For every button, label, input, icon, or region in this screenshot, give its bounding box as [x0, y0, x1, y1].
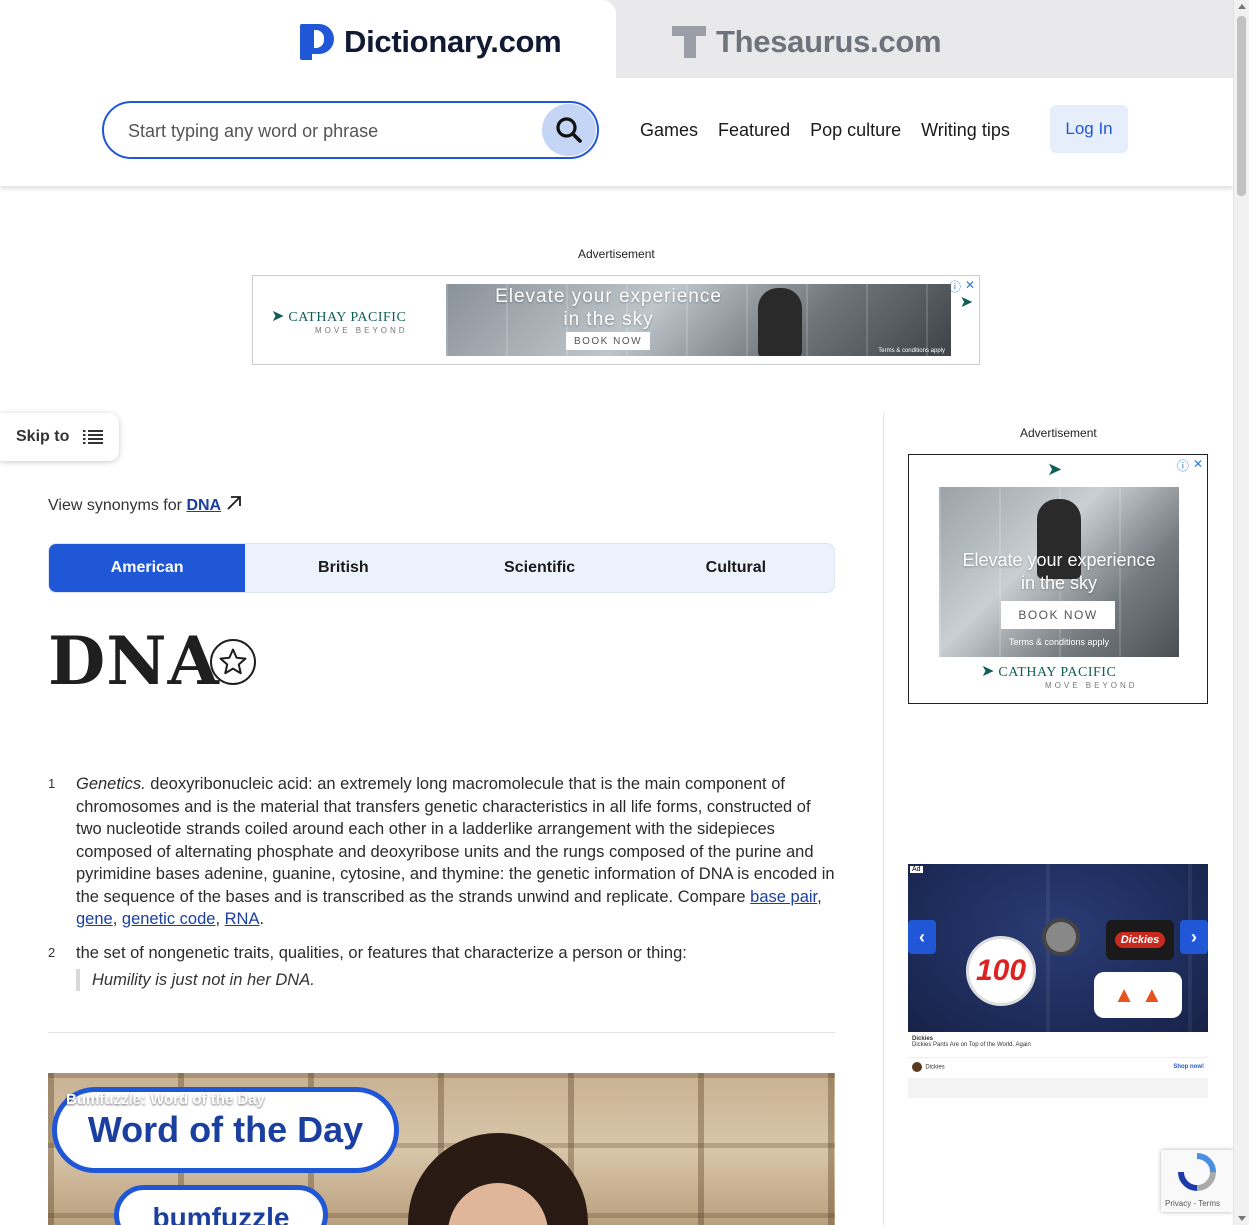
- ad-book-now-button[interactable]: BOOK NOW: [1001, 601, 1115, 629]
- ad-description: Dickies Pants Are on Top of the World. A…: [912, 1042, 1031, 1048]
- nav-featured[interactable]: Featured: [718, 120, 790, 141]
- ad-badge: Ad: [910, 866, 923, 873]
- scroll-down-arrow-icon[interactable]: [1238, 1216, 1246, 1221]
- tab-scientific[interactable]: Scientific: [442, 544, 638, 592]
- ad-source: Dickies: [925, 1064, 945, 1071]
- site-header: Games Featured Pop culture Writing tips …: [0, 78, 1233, 186]
- carousel-prev-button[interactable]: ‹: [908, 920, 936, 954]
- login-button[interactable]: Log In: [1050, 105, 1128, 153]
- headword: DNA: [48, 622, 220, 700]
- cathay-pacific-logo: ➤ CATHAY PACIFIC MOVE BEYOND: [271, 308, 408, 335]
- dickies-ad-image: Ad 100 Dickies ▲ ▲ ‹ ›: [908, 864, 1208, 1032]
- definition-example: Humility is just not in her DNA.: [76, 968, 835, 991]
- thesaurus-brand-name: Thesaurus.com: [716, 24, 942, 59]
- dictionary-brand-name: Dictionary.com: [344, 24, 562, 59]
- ad-photo: Elevate your experience in the sky BOOK …: [939, 487, 1179, 657]
- list-icon: [83, 430, 104, 444]
- fire-icon: ▲: [1141, 982, 1163, 1007]
- search-bar: [102, 101, 599, 159]
- ad-label-right: Advertisement: [1020, 426, 1097, 440]
- ad-label-top: Advertisement: [578, 247, 655, 261]
- dickies-ad-info: Dickies Dickies Pants Are on Top of the …: [908, 1032, 1208, 1078]
- tab-british[interactable]: British: [245, 544, 441, 592]
- section-divider: [48, 1032, 835, 1033]
- ad-headline: Elevate your experience in the sky: [495, 286, 722, 330]
- banner-ad-top[interactable]: ➤ CATHAY PACIFIC MOVE BEYOND Elevate your…: [252, 275, 980, 365]
- ad-book-now-button[interactable]: BOOK NOW: [566, 332, 650, 350]
- nav-writing-tips[interactable]: Writing tips: [921, 120, 1010, 141]
- thesaurus-logo-icon: [672, 24, 706, 60]
- page-scrollbar[interactable]: [1233, 0, 1249, 1225]
- sidebar-ad[interactable]: ➤ ⓘ ✕ Elevate your experience in the sky…: [908, 454, 1208, 704]
- tab-cultural[interactable]: Cultural: [638, 544, 834, 592]
- link-genetic-code[interactable]: genetic code: [122, 910, 216, 928]
- definition-label: Genetics.: [76, 775, 146, 793]
- fire-icon: ▲: [1113, 982, 1135, 1007]
- ad-choices[interactable]: ⓘ ✕: [1177, 457, 1203, 474]
- ad-photo: Elevate your experience in the sky BOOK …: [446, 284, 951, 356]
- fire-patch: ▲ ▲: [1094, 972, 1182, 1018]
- brushwing-icon: ➤: [959, 294, 973, 311]
- ad-terms: Terms & conditions apply: [1008, 637, 1110, 647]
- carousel-next-button[interactable]: ›: [1180, 920, 1208, 954]
- main-nav: Games Featured Pop culture Writing tips: [640, 120, 1010, 141]
- dictionary-logo[interactable]: Dictionary.com: [300, 24, 562, 60]
- search-button[interactable]: [542, 104, 596, 156]
- brushwing-icon: ➤: [271, 308, 285, 325]
- definition-number: 1: [48, 776, 56, 791]
- dickies-ad[interactable]: Ad 100 Dickies ▲ ▲ ‹ › Dickies Dickies Pa…: [908, 848, 1208, 1098]
- hundred-patch: 100: [966, 936, 1036, 1006]
- definition-text: the set of nongenetic traits, qualities,…: [76, 944, 687, 962]
- ad-terms: Terms & conditions apply: [878, 348, 945, 354]
- view-synonyms: View synonyms for DNA: [48, 495, 242, 515]
- definition-number: 2: [48, 945, 56, 960]
- dialect-tabs: American British Scientific Cultural: [48, 543, 835, 593]
- ad-person: [758, 288, 802, 356]
- definition-text: deoxyribonucleic acid: an extremely long…: [76, 775, 835, 906]
- close-icon[interactable]: ✕: [1193, 457, 1203, 474]
- synonyms-link[interactable]: DNA: [186, 497, 221, 514]
- video-title: Bumfuzzle: Word of the Day: [66, 1091, 265, 1108]
- definition-1: 1 Genetics. deoxyribonucleic acid: an ex…: [48, 775, 835, 928]
- cathay-pacific-logo: ➤ CATHAY PACIFIC MOVE BEYOND: [981, 663, 1138, 690]
- search-input[interactable]: [128, 117, 528, 145]
- favorite-button[interactable]: [210, 639, 256, 685]
- search-icon: [556, 117, 582, 143]
- recaptcha-privacy-link[interactable]: Privacy: [1165, 1199, 1191, 1208]
- scroll-up-arrow-icon[interactable]: [1238, 4, 1246, 9]
- advertiser-avatar-icon: [912, 1062, 922, 1072]
- external-arrow-icon: [226, 496, 241, 510]
- recaptcha-badge[interactable]: Privacy - Terms: [1161, 1150, 1233, 1212]
- scrollbar-thumb[interactable]: [1237, 16, 1246, 196]
- tab-american[interactable]: American: [49, 544, 246, 592]
- word-of-the-day-video[interactable]: Word of the Day bumfuzzle Bumfuzzle: Wor…: [48, 1073, 835, 1225]
- shop-now-button[interactable]: Shop now!: [1173, 1064, 1204, 1070]
- link-base-pair[interactable]: base pair: [750, 888, 817, 906]
- info-icon[interactable]: ⓘ: [1177, 457, 1189, 474]
- brushwing-icon: ➤: [1047, 459, 1063, 479]
- skip-to-label: Skip to: [16, 428, 70, 445]
- recaptcha-terms-link[interactable]: Terms: [1198, 1199, 1220, 1208]
- nav-pop-culture[interactable]: Pop culture: [810, 120, 901, 141]
- recaptcha-icon: [1178, 1153, 1216, 1191]
- snap-button: [1042, 918, 1080, 956]
- definition-2: 2 the set of nongenetic traits, qualitie…: [48, 942, 835, 991]
- dictionary-tab[interactable]: Dictionary.com: [0, 0, 616, 78]
- column-divider: [883, 413, 884, 1225]
- link-gene[interactable]: gene: [76, 910, 113, 928]
- thesaurus-tab[interactable]: Thesaurus.com: [672, 24, 942, 60]
- nav-games[interactable]: Games: [640, 120, 698, 141]
- skip-to-button[interactable]: Skip to: [0, 413, 119, 461]
- word-of-the-day-word: bumfuzzle: [114, 1185, 328, 1225]
- star-icon: [219, 648, 247, 675]
- dickies-patch: Dickies: [1106, 920, 1174, 960]
- site-switcher: Dictionary.com Thesaurus.com: [0, 0, 1233, 78]
- brushwing-icon: ➤: [981, 663, 995, 680]
- ad-headline: Elevate your experience in the sky: [962, 550, 1156, 593]
- link-rna[interactable]: RNA: [225, 910, 260, 928]
- dictionary-logo-icon: [300, 24, 334, 60]
